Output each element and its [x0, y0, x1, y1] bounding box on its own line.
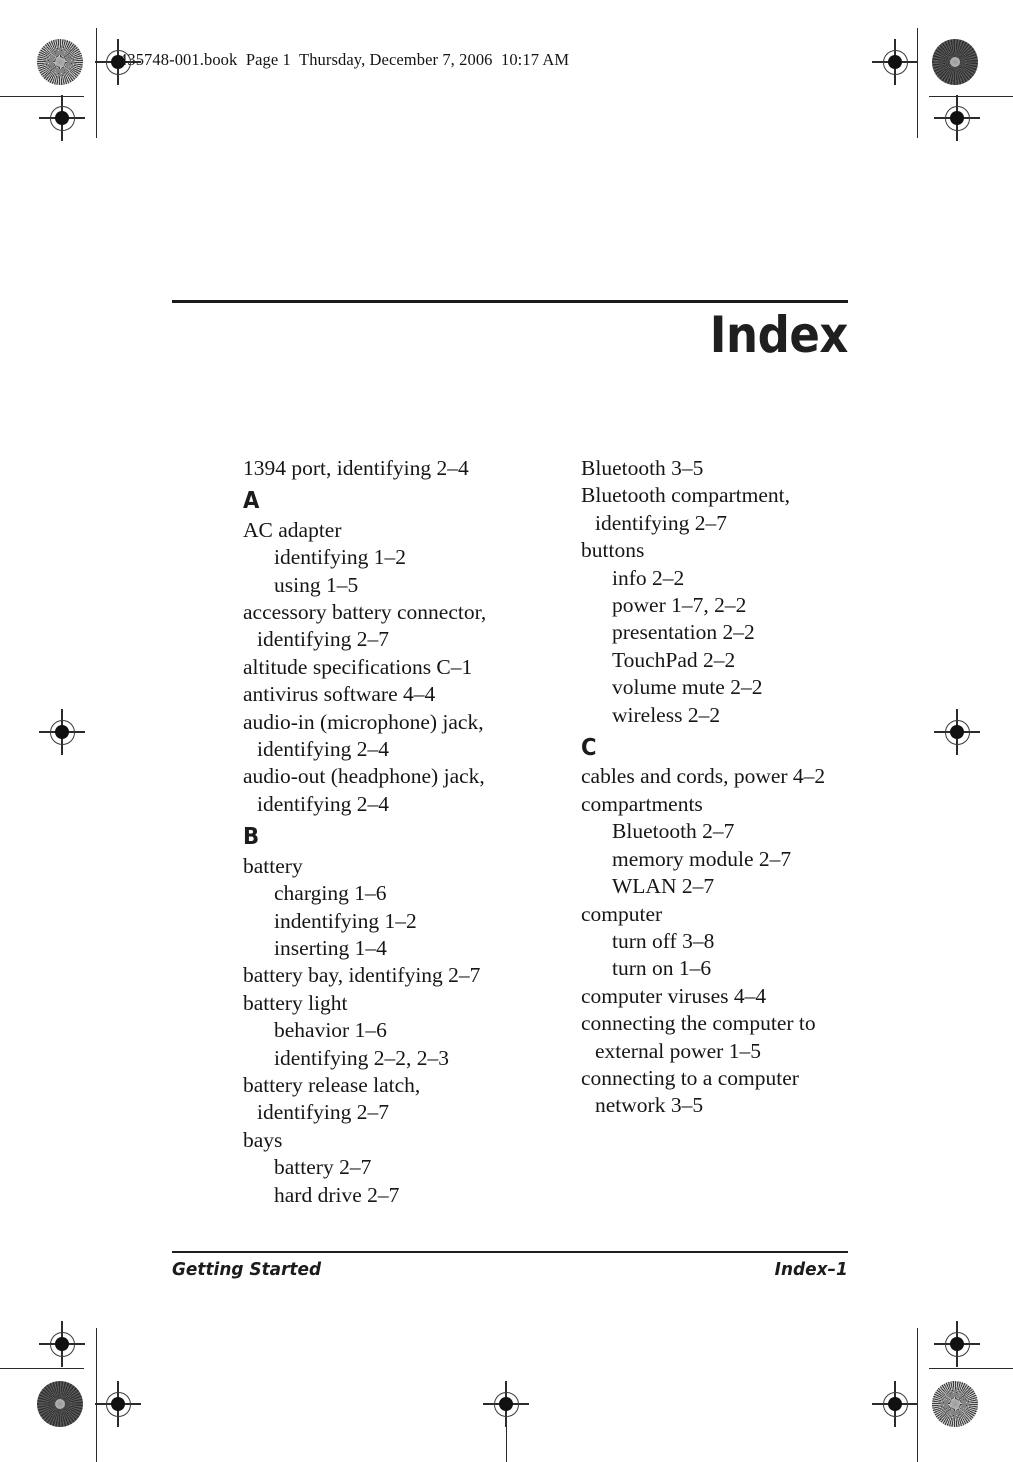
index-sub-entry: power 1–7, 2–2: [612, 593, 747, 618]
starburst-target-top-right: [932, 39, 978, 85]
index-entry: battery light: [243, 990, 348, 1015]
index-letter-heading: B: [243, 824, 260, 851]
index-entry: cables and cords, power 4–2: [581, 764, 826, 789]
index-column-left: 1394 port, identifying 2–4 A AC adapter ide…: [243, 455, 515, 1209]
starburst-target-bottom-right: [932, 1381, 978, 1427]
index-sub-entry: hard drive 2–7: [274, 1182, 400, 1207]
registration-mark-bottom-right: [872, 1381, 918, 1427]
index-entry: buttons: [581, 538, 645, 563]
index-sub-entry: identifying 2–2, 2–3: [274, 1045, 449, 1070]
index-entry: battery: [243, 853, 303, 878]
index-letter-heading: A: [243, 488, 260, 515]
index-entry: antivirus software 4–4: [243, 682, 436, 707]
index-entry: accessory battery connector,: [243, 600, 487, 625]
index-sub-entry: TouchPad 2–2: [612, 647, 736, 672]
index-entry: connecting the computer to: [581, 1011, 816, 1036]
index-columns: 1394 port, identifying 2–4 A AC adapter ide…: [243, 455, 853, 1209]
index-entry: 1394 port, identifying 2–4: [243, 456, 469, 480]
page-header-slug: 435748-001.book Page 1 Thursday, Decembe…: [119, 50, 570, 69]
title-rule: [172, 300, 848, 303]
index-entry: connecting to a computer: [581, 1065, 799, 1090]
footer-page-number: Index–1: [774, 1258, 848, 1280]
index-entry: computer: [581, 901, 663, 926]
index-sub-entry: presentation 2–2: [612, 620, 755, 645]
index-entry-continuation: identifying 2–7: [257, 627, 389, 652]
index-entry: AC adapter: [243, 517, 342, 542]
index-sub-entry: turn off 3–8: [612, 928, 715, 953]
title-block: Index: [172, 300, 848, 362]
page-footer: Getting Started Index–1: [172, 1251, 848, 1280]
index-letter-heading: C: [581, 735, 597, 762]
index-sub-entry: memory module 2–7: [612, 846, 792, 871]
trim-line-bottom-right: [929, 1368, 1013, 1369]
index-entry: audio-out (headphone) jack,: [243, 764, 485, 789]
trim-line-bottom-left: [0, 1368, 84, 1369]
index-entry-continuation: network 3–5: [595, 1093, 704, 1118]
index-entry: audio-in (microphone) jack,: [243, 709, 484, 734]
registration-mark-mid-right: [934, 709, 980, 755]
registration-mark-mid-left: [39, 709, 85, 755]
registration-mark-bottom-left: [95, 1381, 141, 1427]
index-sub-entry: charging 1–6: [274, 881, 387, 906]
index-entry: battery bay, identifying 2–7: [243, 963, 481, 988]
index-sub-entry: wireless 2–2: [612, 702, 721, 727]
index-sub-entry: Bluetooth 2–7: [612, 819, 735, 844]
index-sub-entry: info 2–2: [612, 565, 685, 590]
index-sub-entry: WLAN 2–7: [612, 874, 715, 899]
index-column-right: Bluetooth 3–5 Bluetooth compartment, ident…: [581, 455, 853, 1209]
registration-mark-top-right: [872, 39, 918, 85]
footer-rule: [172, 1251, 848, 1253]
registration-mark-lower-right-edge: [934, 1321, 980, 1367]
index-entry-continuation: identifying 2–7: [257, 1100, 389, 1125]
index-entry: altitude specifications C–1: [243, 654, 473, 679]
index-sub-entry: indentifying 1–2: [274, 908, 417, 933]
index-sub-entry: turn on 1–6: [612, 956, 712, 981]
index-entry: battery release latch,: [243, 1072, 421, 1097]
index-sub-entry: using 1–5: [274, 572, 359, 597]
registration-mark-lower-left-edge: [39, 1321, 85, 1367]
index-entry-continuation: identifying 2–4: [257, 791, 389, 816]
index-entry-continuation: external power 1–5: [595, 1038, 761, 1063]
registration-mark-upper-left-edge: [39, 95, 85, 141]
index-entry: computer viruses 4–4: [581, 983, 767, 1008]
index-entry-continuation: identifying 2–4: [257, 737, 389, 762]
registration-mark-upper-right-edge: [934, 95, 980, 141]
starburst-target-bottom-left: [37, 1381, 83, 1427]
index-sub-entry: volume mute 2–2: [612, 675, 763, 700]
index-entry: bays: [243, 1127, 283, 1152]
trim-line-center-bottom: [506, 1424, 507, 1462]
index-entry: Bluetooth 3–5: [581, 456, 704, 480]
registration-mark-bottom-center: [483, 1381, 529, 1427]
document-page: 435748-001.book Page 1 Thursday, Decembe…: [0, 0, 1013, 1462]
index-sub-entry: behavior 1–6: [274, 1018, 387, 1043]
index-entry: Bluetooth compartment,: [581, 483, 790, 508]
index-sub-entry: battery 2–7: [274, 1155, 372, 1180]
index-sub-entry: identifying 1–2: [274, 545, 406, 570]
index-entry-continuation: identifying 2–7: [595, 510, 727, 535]
index-sub-entry: inserting 1–4: [274, 935, 387, 960]
footer-document-title: Getting Started: [172, 1258, 322, 1280]
index-entry: compartments: [581, 791, 703, 816]
starburst-target-top-left: [37, 39, 83, 85]
page-title: Index: [709, 306, 849, 364]
